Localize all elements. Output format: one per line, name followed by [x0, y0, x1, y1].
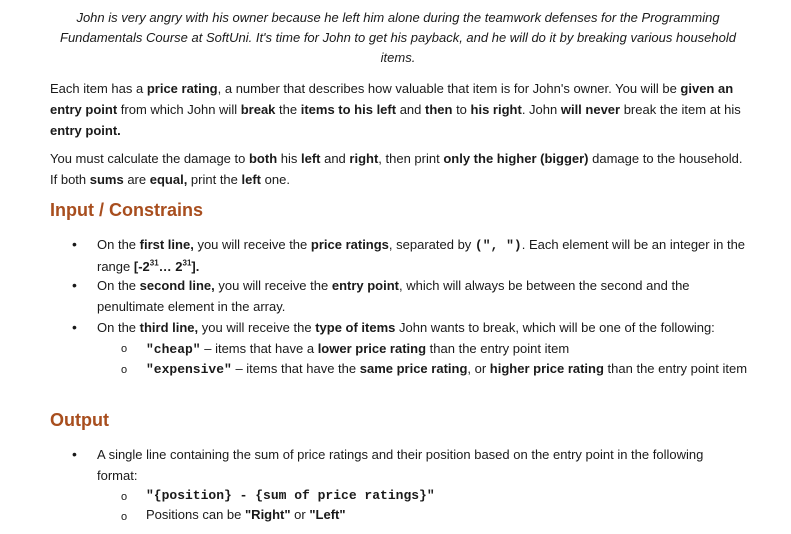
bold-text: entry point — [331, 278, 400, 293]
text: , a number that describes how valuable t… — [217, 81, 681, 96]
text: or — [290, 507, 310, 522]
input-item-second-line: On the second line, you will receive the… — [97, 275, 747, 317]
bold-text: entry point. — [50, 123, 121, 138]
text: John wants to break, which will be one o… — [395, 320, 715, 335]
text: are — [123, 172, 150, 187]
text: and — [396, 102, 425, 117]
intro-line: items. — [380, 50, 416, 65]
text: , or — [467, 361, 490, 376]
text: On the — [97, 237, 140, 252]
bold-text: right — [349, 151, 379, 166]
text: – items that have the — [231, 361, 360, 376]
bold-text: left — [241, 172, 262, 187]
damage-paragraph: You must calculate the damage to both hi… — [50, 148, 750, 190]
bold-text: break — [240, 102, 276, 117]
text: On the — [97, 320, 140, 335]
bullet-glyph: • — [72, 319, 77, 335]
sub-bullet-glyph: o — [121, 491, 128, 503]
code-text: "cheap" — [146, 342, 201, 357]
bold-text: second line, — [139, 278, 215, 293]
text: [-2 — [133, 259, 150, 274]
intro-line: Fundamentals Course at SoftUni. It's tim… — [60, 30, 736, 45]
bold-text: then — [425, 102, 453, 117]
input-item-third-line: On the third line, you will receive the … — [97, 317, 747, 338]
input-sub-item-expensive: "expensive" – items that have the same p… — [146, 358, 748, 380]
bullet-glyph: • — [72, 446, 77, 462]
output-sub-item-positions: Positions can be "Right" or "Left" — [146, 504, 748, 525]
text: ]. — [191, 259, 200, 274]
sub-bullet-glyph: o — [121, 364, 128, 376]
output-item: A single line containing the sum of pric… — [97, 447, 704, 483]
code-text: "{position} - {sum of price ratings}" — [146, 488, 435, 503]
text: – items that have a — [200, 341, 318, 356]
code-text: (", ") — [474, 238, 522, 253]
text: than the entry point item — [603, 361, 748, 376]
bold-text: items to his left — [300, 102, 397, 117]
description-paragraph: Each item has a price rating, a number t… — [50, 78, 750, 141]
sub-bullet-glyph: o — [121, 343, 128, 355]
document-page: John is very angry with his owner becaus… — [0, 0, 791, 534]
bold-text: "Right" — [245, 507, 291, 522]
bold-text: his right — [470, 102, 522, 117]
text: than the entry point item — [426, 341, 570, 356]
text: you will receive the — [214, 278, 332, 293]
text: On the — [97, 278, 140, 293]
text: one. — [261, 172, 290, 187]
bold-text: higher price rating — [489, 361, 604, 376]
bold-text: first line, — [139, 237, 194, 252]
text: and — [320, 151, 350, 166]
text: to — [452, 102, 471, 117]
text: print the — [187, 172, 242, 187]
bold-text: lower price rating — [317, 341, 427, 356]
text: break the item at his — [620, 102, 741, 117]
sub-bullet-glyph: o — [121, 511, 128, 523]
text: Positions can be — [146, 507, 246, 522]
text: , then print — [378, 151, 444, 166]
bold-text: same price rating — [359, 361, 468, 376]
bold-text: price ratings — [310, 237, 389, 252]
bold-text: only the higher (bigger) — [443, 151, 589, 166]
bold-text: left — [300, 151, 321, 166]
bullet-glyph: • — [72, 277, 77, 293]
text: You must calculate the damage to — [50, 151, 249, 166]
bold-text: sums — [89, 172, 124, 187]
bold-text: will never — [560, 102, 621, 117]
code-text: "expensive" — [146, 362, 232, 377]
input-sub-item-cheap: "cheap" – items that have a lower price … — [146, 338, 748, 360]
bold-text: both — [248, 151, 278, 166]
text: you will receive the — [193, 237, 311, 252]
range-text: [-231… 231]. — [134, 259, 200, 274]
text: you will receive the — [198, 320, 316, 335]
bullet-glyph: • — [72, 236, 77, 252]
bold-text: third line, — [139, 320, 199, 335]
bold-text: "Left" — [309, 507, 346, 522]
text: from which John will — [117, 102, 241, 117]
intro-line: John is very angry with his owner becaus… — [76, 10, 720, 25]
text: his — [277, 151, 301, 166]
text: Each item has a — [50, 81, 147, 96]
bold-text: type of items — [315, 320, 396, 335]
output-sub-item-format: "{position} - {sum of price ratings}" — [146, 484, 748, 506]
text: the — [275, 102, 301, 117]
text: , separated by — [388, 237, 475, 252]
input-heading: Input / Constrains — [50, 200, 203, 220]
superscript: 31 — [149, 258, 159, 268]
text: . John — [521, 102, 561, 117]
output-heading: Output — [50, 410, 109, 430]
bold-text: price rating — [146, 81, 218, 96]
bold-text: equal, — [149, 172, 188, 187]
input-item-first-line: On the first line, you will receive the … — [97, 234, 747, 277]
text: … 2 — [158, 259, 183, 274]
intro-paragraph: John is very angry with his owner becaus… — [48, 8, 748, 68]
